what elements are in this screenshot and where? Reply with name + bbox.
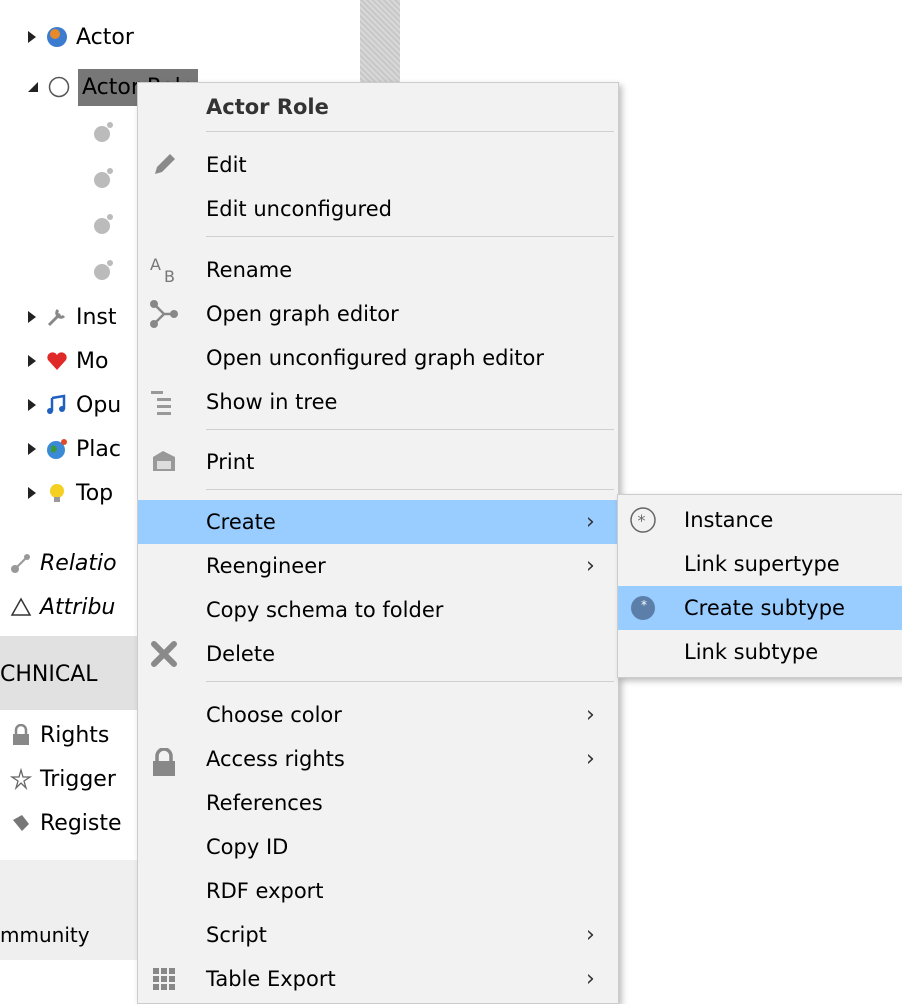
tree-item-plac[interactable]: Plac — [28, 430, 121, 468]
tree-item-label: Trigger — [40, 766, 116, 792]
tree-item-opu[interactable]: Opu — [28, 386, 121, 424]
printer-icon — [148, 446, 180, 478]
tree-item-label: Top — [76, 480, 114, 506]
submenu-item-instance[interactable]: * Instance — [618, 498, 902, 542]
context-menu: Actor Role Edit Edit unconfigured AB Ren… — [137, 82, 619, 1004]
graph-icon — [148, 298, 180, 330]
create-submenu: * Instance Link supertype * Create subty… — [617, 494, 902, 678]
menu-item-choose-color[interactable]: Choose color › — [138, 693, 618, 737]
menu-separator — [206, 681, 614, 682]
tree-item-attributes[interactable]: Attribu — [10, 588, 115, 626]
submenu-item-link-subtype[interactable]: Link subtype — [618, 630, 902, 674]
subtype-icon: * — [628, 593, 658, 623]
delete-icon — [148, 638, 180, 670]
section-label: CHNICAL — [0, 661, 98, 687]
role-child-icon — [94, 214, 113, 234]
menu-item-edit[interactable]: Edit — [138, 143, 618, 187]
submenu-item-link-supertype[interactable]: Link supertype — [618, 542, 902, 586]
submenu-item-create-subtype[interactable]: * Create subtype — [618, 586, 902, 630]
tree-item-top[interactable]: Top — [28, 474, 113, 512]
role-child-icon — [94, 122, 113, 142]
menu-separator — [206, 429, 614, 430]
expand-arrow-icon[interactable] — [28, 31, 36, 43]
menu-separator — [206, 236, 614, 237]
svg-text:B: B — [164, 267, 175, 286]
svg-text:*: * — [641, 598, 647, 612]
register-icon — [13, 815, 29, 831]
menu-item-open-unconfigured-graph-editor[interactable]: Open unconfigured graph editor — [138, 336, 618, 380]
lock-icon — [13, 724, 29, 745]
menu-item-print[interactable]: Print — [138, 440, 618, 484]
tree-item-mo[interactable]: Mo — [28, 342, 108, 380]
collapse-arrow-icon[interactable] — [28, 81, 40, 93]
instance-icon: * — [628, 505, 658, 535]
tree-item-actor[interactable]: Actor — [28, 18, 134, 56]
circle-icon — [48, 76, 70, 98]
tree-item-label: Attribu — [40, 594, 116, 620]
music-note-icon — [47, 394, 66, 414]
menu-item-reengineer[interactable]: Reengineer › — [138, 544, 618, 588]
submenu-arrow-icon: › — [586, 922, 595, 948]
scrollbar[interactable] — [360, 0, 400, 85]
menu-item-references[interactable]: References — [138, 781, 618, 825]
svg-text:A: A — [150, 255, 161, 274]
menu-item-access-rights[interactable]: Access rights › — [138, 737, 618, 781]
tree-item-label: Mo — [76, 348, 109, 374]
menu-separator — [206, 131, 614, 132]
lightbulb-icon — [50, 484, 64, 502]
submenu-arrow-icon: › — [586, 966, 595, 992]
menu-item-script[interactable]: Script › — [138, 913, 618, 957]
tree-item-label: Opu — [76, 392, 122, 418]
menu-item-open-graph-editor[interactable]: Open graph editor — [138, 292, 618, 336]
tree-item-rights[interactable]: Rights — [10, 716, 109, 754]
rename-icon: AB — [148, 254, 180, 286]
role-child-icon — [94, 260, 113, 280]
menu-separator — [206, 489, 614, 490]
tree-item-relations[interactable]: Relatio — [10, 544, 117, 582]
svg-text:*: * — [638, 511, 646, 530]
tree-item-register[interactable]: Registe — [10, 804, 122, 842]
triangle-icon — [10, 597, 32, 616]
menu-item-copy-schema-to-folder[interactable]: Copy schema to folder — [138, 588, 618, 632]
submenu-arrow-icon: › — [586, 553, 595, 579]
menu-item-delete[interactable]: Delete — [138, 632, 618, 676]
menu-item-edit-unconfigured[interactable]: Edit unconfigured — [138, 187, 618, 231]
menu-item-show-in-tree[interactable]: Show in tree — [138, 380, 618, 424]
menu-header: Actor Role — [206, 95, 329, 119]
menu-item-rename[interactable]: AB Rename — [138, 248, 618, 292]
pencil-icon — [148, 149, 180, 181]
expand-arrow-icon[interactable] — [28, 443, 36, 455]
expand-arrow-icon[interactable] — [28, 355, 36, 367]
tree-item-label: Rights — [40, 722, 110, 748]
relation-icon — [11, 554, 30, 573]
lock-icon — [148, 747, 180, 779]
expand-arrow-icon[interactable] — [28, 311, 36, 323]
tree-icon — [148, 386, 180, 418]
expand-arrow-icon[interactable] — [28, 399, 36, 411]
tree-item-label: Relatio — [40, 550, 117, 576]
star-icon — [10, 768, 32, 790]
tree-item-inst[interactable]: Inst — [28, 298, 117, 336]
tree-item-label: Inst — [76, 304, 117, 330]
grid-icon — [148, 963, 180, 995]
tree-item-label: Actor — [76, 24, 134, 50]
menu-item-table-export[interactable]: Table Export › — [138, 957, 618, 1001]
menu-item-create[interactable]: Create › — [138, 500, 618, 544]
role-child-icon — [94, 168, 113, 188]
expand-arrow-icon[interactable] — [28, 487, 36, 499]
footer-label: mmunity — [0, 923, 90, 947]
tree-item-trigger[interactable]: Trigger — [10, 760, 116, 798]
wrench-icon — [47, 308, 66, 327]
tree-item-label: Plac — [76, 436, 121, 462]
actor-icon — [47, 27, 67, 47]
submenu-arrow-icon: › — [586, 746, 595, 772]
submenu-arrow-icon: › — [586, 702, 595, 728]
menu-item-copy-id[interactable]: Copy ID — [138, 825, 618, 869]
tree-item-label: Registe — [40, 810, 122, 836]
menu-item-rdf-export[interactable]: RDF export — [138, 869, 618, 913]
heart-icon — [47, 352, 67, 370]
submenu-arrow-icon: › — [586, 509, 595, 535]
globe-icon — [47, 439, 67, 459]
